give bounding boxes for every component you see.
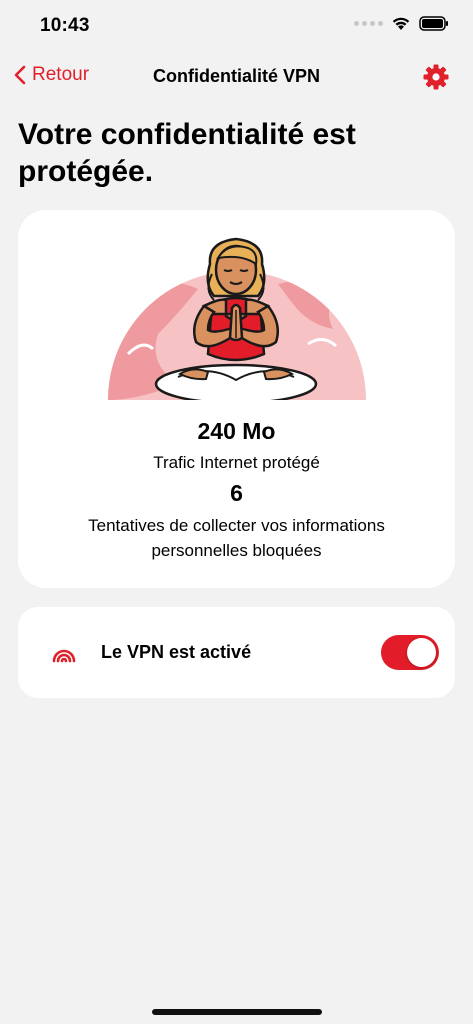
- vpn-status-card: Le VPN est activé: [18, 607, 455, 698]
- vpn-toggle-knob: [407, 638, 436, 667]
- vpn-toggle[interactable]: [381, 635, 439, 670]
- blocked-attempts-value: 6: [230, 480, 243, 506]
- page-title: Votre confidentialité est protégée.: [18, 118, 356, 188]
- battery-icon: [419, 16, 448, 31]
- wifi-icon: [392, 17, 410, 30]
- meditation-illustration: [108, 237, 366, 400]
- settings-button[interactable]: [421, 62, 451, 92]
- home-indicator[interactable]: [152, 1009, 322, 1015]
- navigation-bar: Retour Confidentialité VPN: [0, 52, 473, 102]
- privacy-stats-card: 240 Mo Trafic Internet protégé 6 Tentati…: [18, 210, 455, 588]
- blocked-attempts-label: Tentatives de collecter vos informations…: [88, 516, 385, 560]
- status-icons: [354, 16, 449, 31]
- signal-waves-icon: [52, 649, 76, 663]
- traffic-label: Trafic Internet protégé: [153, 453, 320, 472]
- gear-icon: [423, 64, 449, 90]
- traffic-value: 240 Mo: [197, 418, 276, 444]
- status-bar: 10:43: [0, 0, 473, 52]
- cellular-signal-icon: [354, 21, 383, 26]
- status-time: 10:43: [40, 15, 90, 36]
- nav-title: Confidentialité VPN: [152, 66, 320, 86]
- vpn-status-label: Le VPN est activé: [101, 642, 252, 662]
